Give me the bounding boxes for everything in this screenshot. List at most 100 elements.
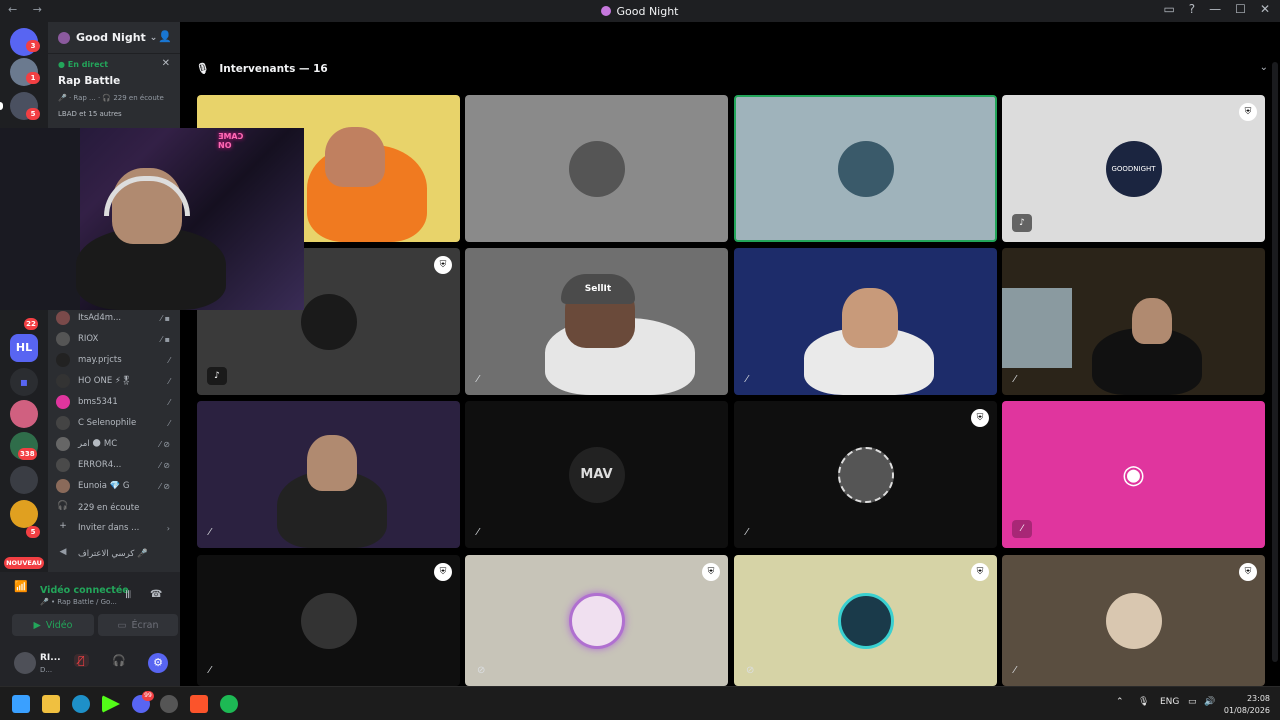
add-user-icon[interactable]: 👤 [158,30,172,43]
participant-tile-speaking[interactable] [734,95,997,242]
app-icon[interactable] [160,695,178,713]
username: RI... [40,653,61,663]
server-header[interactable]: Good Night ⌄ 👤 [48,22,180,54]
stage-title[interactable]: Rap Battle [58,75,120,87]
muted-deafened-icon: ⁄ ⊘ [159,481,170,491]
settings-gear-icon[interactable]: ⚙ [148,653,168,673]
member-name: ItsAd4m... [78,313,122,323]
windows-start-icon[interactable] [12,695,30,713]
avatar [56,395,70,409]
muted-video-icon: ⁄ ▪ [160,313,170,323]
server-icon[interactable] [10,466,38,494]
soundboard-icon[interactable]: 𝄃𝄃 [126,590,130,601]
scrollbar[interactable] [1272,62,1278,662]
avatar [837,592,894,649]
listeners-count[interactable]: 🎧 229 en écoute [56,498,176,518]
avatar [56,374,70,388]
discord-badge: 99 [142,691,154,701]
spotify-icon[interactable] [220,695,238,713]
picture-in-picture-video[interactable]: ƎMAƆ NO [0,128,304,310]
list-item[interactable]: ERROR4... ⁄ ⊘ [56,455,176,475]
close-button[interactable]: ✕ [1260,2,1270,16]
mic-icon[interactable]: 🎙 [1138,697,1149,707]
speakers-header: 🎙 Intervenants — 16 [196,62,328,76]
list-item[interactable]: امر 🌑 MC ⁄ ⊘ [56,434,176,454]
badge: 5 [26,108,40,120]
participant-tile[interactable]: ⁄ [734,248,997,395]
badge: 22 [24,318,38,330]
system-clock[interactable]: 23:08 01/08/2026 [1224,693,1270,717]
participant-tile[interactable]: ⛨ ⁄ [734,401,997,548]
voice-channel-item[interactable]: ◀ كرسي الاعتراف 🎤 [56,544,176,564]
list-item[interactable]: C Selenophile ⁄ [56,413,176,433]
muted-icon: ⁄ [209,665,211,676]
participant-tile[interactable] [465,95,728,242]
muted-deafened-icon: ⁄ ⊘ [159,439,170,449]
participant-tile[interactable]: ⛨ ⁄ [197,555,460,686]
list-item[interactable]: HO ONE ⚡🎖 ⁄ [56,371,176,391]
help-icon[interactable]: ? [1189,2,1195,16]
edge-icon[interactable] [72,695,90,713]
brave-icon[interactable] [190,695,208,713]
list-item[interactable]: bms5341 ⁄ [56,392,176,412]
cap-logo: SellIt [561,274,635,304]
avatar[interactable] [14,652,36,674]
volume-icon[interactable]: 🔊 [1204,697,1215,707]
os-taskbar: 99 ⌃ 🎙 ENG ▭ 🔊 23:08 01/08/2026 [0,686,1280,720]
participant-tile[interactable]: MAV ⁄ [465,401,728,548]
chevron-down-icon[interactable]: ⌄ [1260,62,1268,73]
live-status-text: En direct [67,60,109,69]
member-name: امر 🌑 MC [78,439,118,449]
window-titlebar: ← → Good Night ▭ ? — ☐ ✕ [0,0,1280,22]
file-explorer-icon[interactable] [42,695,60,713]
minimize-button[interactable]: — [1209,2,1221,16]
language-indicator[interactable]: ENG [1160,697,1179,707]
neon-sign: ƎMAƆ NO [218,132,244,150]
disconnect-icon[interactable]: ☎ [150,589,162,600]
invite-row[interactable]: + Inviter dans ... › [56,518,176,538]
window-title-text: Good Night [616,4,679,18]
user-status: D... [40,666,53,674]
list-item[interactable]: RIOX ⁄ ▪ [56,329,176,349]
folder-icon[interactable]: ▪ [10,368,38,396]
close-icon[interactable]: ✕ [162,58,170,69]
screen-share-button[interactable]: ▭ Écran [98,614,178,636]
moderator-shield-icon: ⛨ [971,563,989,581]
maximize-button[interactable]: ☐ [1235,2,1246,16]
avatar [56,353,70,367]
speaker-icon: ♪ [207,367,227,385]
participant-tile[interactable]: ⛨ ⊘ [734,555,997,686]
participant-tile[interactable]: ⛨ ⊘ [465,555,728,686]
badge: 1 [26,72,40,84]
tray-chevron-icon[interactable]: ⌃ [1116,697,1124,707]
list-item[interactable]: Eunoia 💎 G ⁄ ⊘ [56,476,176,496]
video-button[interactable]: ▶ Vidéo [12,614,94,636]
list-item[interactable]: ItsAd4m... ⁄ ▪ [56,308,176,328]
avatar [568,592,625,649]
live-status: ● En direct [58,60,109,69]
participant-tile[interactable]: GOODNIGHT ⛨ ♪ [1002,95,1265,242]
headphones-icon[interactable]: 🎧 [112,654,126,667]
screen-label: Écran [131,619,159,631]
avatar [56,416,70,430]
participant-tile[interactable]: ⁄ [197,401,460,548]
server-icon[interactable] [10,400,38,428]
clock-date: 01/08/2026 [1223,706,1270,715]
hl-server-icon[interactable]: HL [10,334,38,362]
inbox-icon[interactable]: ▭ [1163,2,1174,16]
kick-icon[interactable] [102,695,120,713]
list-item[interactable]: may.prjcts ⁄ [56,350,176,370]
participant-tile[interactable]: ◉ ⁄ [1002,401,1265,548]
participant-tile[interactable]: SellIt ⁄ [465,248,728,395]
voice-status[interactable]: Vidéo connectée [40,585,129,596]
network-icon[interactable]: ▭ [1188,697,1197,707]
stage-subtitle: 🎤 · Rap ... · 🎧 229 en écoute [58,94,164,102]
stage-participants: LBAD et 15 autres [58,110,122,118]
muted-icon: ⁄ [477,527,479,538]
moderator-shield-icon: ⛨ [1239,563,1257,581]
participant-tile[interactable]: ⁄ [1002,248,1265,395]
server-icon[interactable] [10,500,38,528]
participant-tile[interactable]: ⛨ ⁄ [1002,555,1265,686]
mic-muted-icon[interactable]: 🎙̸ [74,654,89,667]
voice-channel[interactable]: 🎤 • Rap Battle / Go... [40,598,117,606]
